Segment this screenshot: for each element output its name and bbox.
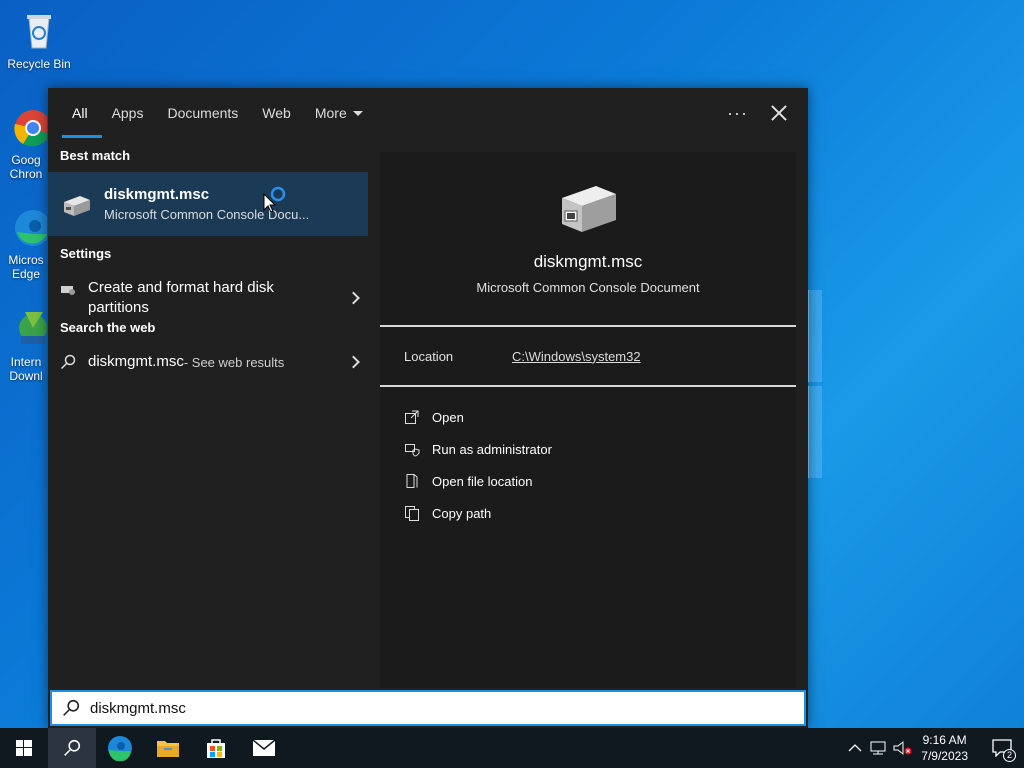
wallpaper-window-pane bbox=[808, 290, 822, 382]
search-icon bbox=[60, 354, 76, 370]
notification-button[interactable]: 2 bbox=[980, 728, 1024, 768]
folder-location-icon bbox=[406, 474, 418, 488]
desktop-icon-label: Intern Downl bbox=[9, 355, 43, 383]
desktop-icon-edge[interactable]: Micros Edge bbox=[0, 204, 54, 281]
notification-count-badge: 2 bbox=[1003, 749, 1016, 762]
search-icon bbox=[64, 739, 81, 756]
close-icon[interactable] bbox=[770, 104, 788, 122]
settings-result[interactable]: Create and format hard disk partitions bbox=[48, 266, 380, 330]
action-open-file-location[interactable]: Open file location bbox=[380, 465, 796, 497]
settings-result-label: Create and format hard disk partitions bbox=[88, 279, 274, 316]
tab-label: Documents bbox=[167, 105, 239, 121]
tab-web[interactable]: Web bbox=[250, 88, 303, 138]
caret-down-icon bbox=[352, 111, 363, 116]
edge-icon bbox=[108, 736, 132, 761]
desktop-icon-label: Recycle Bin bbox=[7, 57, 71, 71]
desktop-icon-label: Micros Edge bbox=[8, 253, 44, 281]
tab-more[interactable]: More bbox=[303, 88, 375, 138]
open-icon bbox=[405, 410, 419, 424]
search-icon bbox=[63, 699, 80, 716]
clock-date: 7/9/2023 bbox=[921, 749, 968, 763]
more-options-button[interactable]: ··· bbox=[727, 103, 748, 124]
copy-icon bbox=[405, 506, 419, 521]
tab-label: More bbox=[314, 105, 347, 121]
disk-management-icon bbox=[64, 196, 90, 216]
desktop-icon-label: Goog Chron bbox=[9, 153, 43, 181]
chevron-up-icon[interactable] bbox=[843, 740, 867, 756]
recycle-bin-icon bbox=[27, 15, 51, 49]
clock-time: 9:16 AM bbox=[922, 733, 967, 747]
tab-all[interactable]: All bbox=[60, 88, 102, 138]
shield-icon bbox=[405, 444, 420, 457]
tab-label: All bbox=[72, 105, 88, 121]
taskbar: 9:16 AM 7/9/2023 2 bbox=[0, 728, 1024, 768]
tab-documents[interactable]: Documents bbox=[155, 88, 250, 138]
web-suffix: - See web results bbox=[183, 354, 285, 370]
tab-apps[interactable]: Apps bbox=[100, 88, 156, 138]
location-link[interactable]: C:\Windows\system32 bbox=[512, 349, 641, 364]
search-input[interactable] bbox=[90, 699, 690, 717]
edge-icon bbox=[15, 210, 51, 246]
settings-heading: Settings bbox=[60, 246, 112, 261]
store-icon bbox=[207, 739, 225, 758]
action-run-as-admin[interactable]: Run as administrator bbox=[380, 433, 796, 465]
wallpaper-window-pane bbox=[808, 386, 822, 478]
desktop-icon-chrome[interactable]: Goog Chron bbox=[0, 104, 54, 181]
taskbar-mail[interactable] bbox=[240, 728, 288, 768]
system-tray: 9:16 AM 7/9/2023 2 bbox=[843, 728, 1024, 768]
location-row: Location C:\Windows\system32 bbox=[380, 327, 796, 385]
best-match-result[interactable]: diskmgmt.msc Microsoft Common Console Do… bbox=[48, 172, 368, 236]
preview-subtitle: Microsoft Common Console Document bbox=[476, 280, 700, 295]
network-icon[interactable] bbox=[867, 740, 891, 756]
taskbar-file-explorer[interactable] bbox=[144, 728, 192, 768]
volume-muted-icon[interactable] bbox=[891, 740, 915, 756]
mail-icon bbox=[252, 739, 276, 756]
location-label: Location bbox=[404, 348, 454, 364]
download-manager-icon bbox=[19, 312, 47, 344]
chevron-right-icon bbox=[347, 355, 360, 369]
action-label: Copy path bbox=[432, 505, 492, 521]
action-label: Open bbox=[432, 409, 464, 425]
tab-label: Apps bbox=[111, 105, 144, 121]
search-tabs: All Apps Documents Web More ··· bbox=[48, 88, 808, 138]
preview-pane: diskmgmt.msc Microsoft Common Console Do… bbox=[380, 152, 796, 688]
preview-title: diskmgmt.msc bbox=[533, 252, 643, 271]
start-button[interactable] bbox=[0, 728, 48, 768]
action-label: Open file location bbox=[432, 473, 533, 489]
web-result[interactable]: diskmgmt.msc - See web results bbox=[48, 340, 380, 384]
chevron-right-icon bbox=[347, 291, 360, 305]
action-copy-path[interactable]: Copy path bbox=[380, 497, 796, 529]
clock[interactable]: 9:16 AM 7/9/2023 bbox=[921, 732, 968, 764]
taskbar-edge[interactable] bbox=[96, 728, 144, 768]
loading-cursor-icon bbox=[263, 186, 286, 212]
web-query: diskmgmt.msc bbox=[88, 353, 184, 370]
results-list: Best match diskmgmt.msc Microsoft Common… bbox=[48, 138, 380, 688]
best-match-heading: Best match bbox=[60, 148, 131, 163]
tab-label: Web bbox=[262, 105, 291, 121]
desktop-icon-recycle-bin[interactable]: Recycle Bin bbox=[1, 8, 77, 71]
disk-management-large-icon bbox=[562, 186, 616, 232]
windows-logo-icon bbox=[16, 740, 32, 756]
action-label: Run as administrator bbox=[432, 441, 552, 457]
chrome-icon bbox=[14, 110, 51, 147]
search-box[interactable] bbox=[50, 690, 806, 726]
action-open[interactable]: Open bbox=[380, 401, 796, 433]
taskbar-search-button[interactable] bbox=[48, 728, 96, 768]
taskbar-store[interactable] bbox=[192, 728, 240, 768]
folder-icon bbox=[157, 741, 179, 757]
disk-settings-icon bbox=[61, 286, 75, 295]
desktop-icon-idm[interactable]: Intern Downl bbox=[0, 306, 54, 383]
search-panel: All Apps Documents Web More ··· Best mat… bbox=[48, 88, 808, 728]
